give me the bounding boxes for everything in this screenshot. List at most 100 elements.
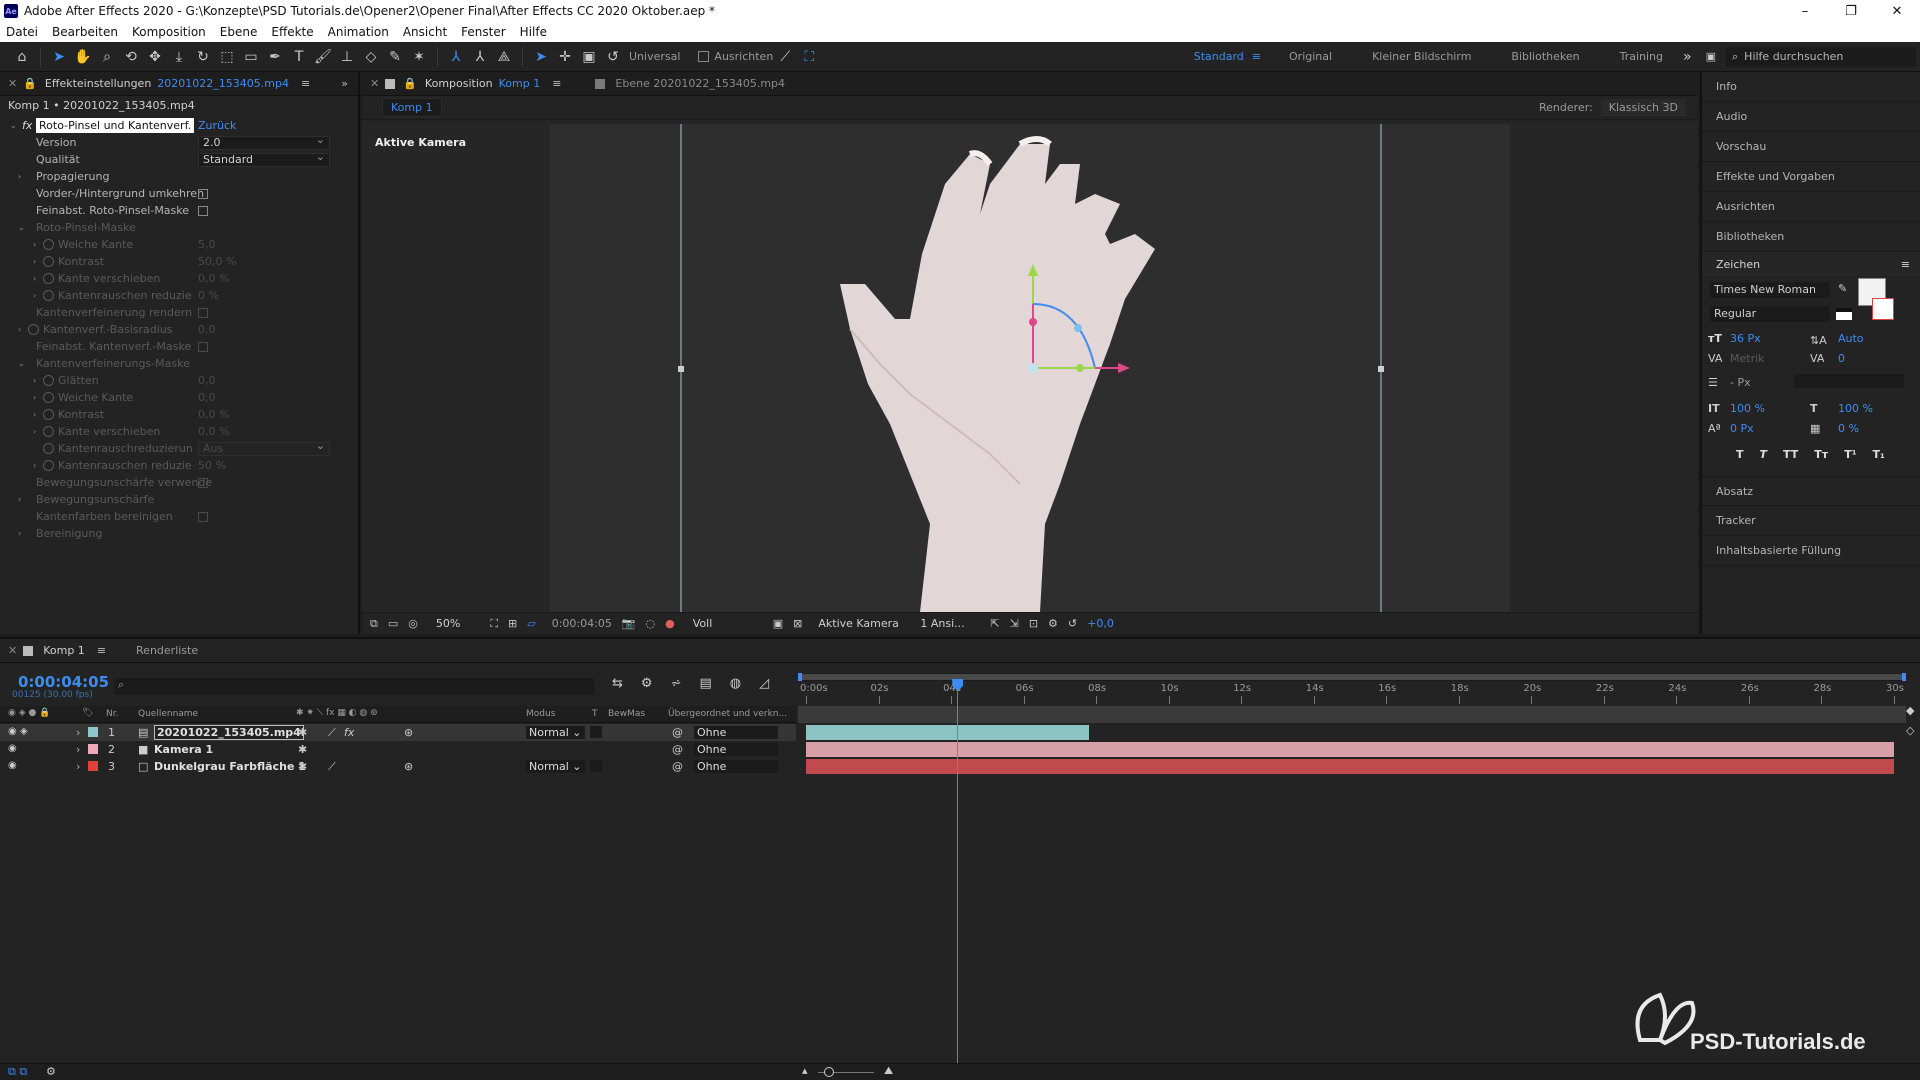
visibility-eye-icon[interactable]: ◉ <box>8 743 17 754</box>
effect-prop-value[interactable]: 5,0 <box>198 238 216 251</box>
workspace-libraries[interactable]: Bibliotheken <box>1511 50 1579 63</box>
expand-icon[interactable]: › <box>33 274 36 283</box>
shy-layers-icon[interactable]: ⩫ <box>671 676 682 691</box>
label-color-swatch[interactable] <box>88 761 98 771</box>
stopwatch-icon[interactable] <box>43 290 54 301</box>
zoom-select[interactable]: 50% <box>436 617 460 630</box>
menu-effekte[interactable]: Effekte <box>271 25 313 39</box>
comp-button-icon[interactable]: ◆ <box>1906 704 1914 717</box>
timeline-menu-icon[interactable]: ≡ <box>97 644 106 657</box>
all-caps-button[interactable]: TT <box>1783 448 1798 461</box>
character-panel-title[interactable]: Zeichen <box>1716 258 1760 271</box>
vr-icon[interactable]: ◎ <box>408 617 418 630</box>
layer-name[interactable]: 20201022_153405.mp4 <box>154 725 304 740</box>
3d-layer-switch-icon[interactable]: ⊛ <box>404 726 413 739</box>
effect-prop-dropdown[interactable]: Aus <box>198 440 330 456</box>
expand-icon[interactable]: › <box>33 427 36 436</box>
layer-row[interactable]: ◉ ◈ › 1 ▤ 20201022_153405.mp4 ✱ ⟋ fx ⊛ Normal ⌄ @ Oh… <box>0 724 796 741</box>
vertical-scale-value[interactable]: 100 % <box>1730 402 1765 415</box>
layer-row[interactable]: ◉ › 2 ■ Kamera 1 ✱ @ Ohne <box>0 741 796 758</box>
zoom-tool-icon[interactable]: ⌕ <box>95 45 119 69</box>
comp-canvas[interactable] <box>550 124 1510 612</box>
superscript-button[interactable]: T¹ <box>1844 448 1856 461</box>
expand-icon[interactable]: › <box>33 240 36 249</box>
draft-3d-icon[interactable]: ⚙ <box>641 676 653 691</box>
collapse-icon[interactable]: ⌄ <box>18 223 25 232</box>
effect-prop-value[interactable]: 0,0 % <box>198 272 229 285</box>
parent-select[interactable]: Ohne <box>694 726 778 739</box>
workspace-small-screen[interactable]: Kleiner Bildschirm <box>1372 50 1471 63</box>
panel-tracker[interactable]: Tracker <box>1702 506 1920 536</box>
universal-select-icon[interactable]: ➤ <box>529 45 553 69</box>
stopwatch-icon[interactable] <box>43 460 54 471</box>
zoom-out-icon[interactable]: ▴ <box>802 1064 808 1077</box>
menu-ansicht[interactable]: Ansicht <box>403 25 447 39</box>
close-button[interactable]: ✕ <box>1874 4 1920 19</box>
panel-overflow-icon[interactable]: » <box>341 77 348 90</box>
font-size-value[interactable]: 36 Px <box>1730 332 1761 345</box>
layer-name[interactable]: Kamera 1 <box>154 743 213 756</box>
work-area-end-handle[interactable] <box>1902 673 1906 681</box>
expand-icon[interactable]: › <box>33 393 36 402</box>
3d-layer-switch-icon[interactable]: ⊛ <box>404 760 413 773</box>
expand-icon[interactable]: › <box>18 172 21 181</box>
layer-search-input[interactable]: ⌕ <box>114 678 594 695</box>
effect-name[interactable]: Roto-Pinsel und Kantenverf. <box>36 118 195 133</box>
graph-editor-icon[interactable]: ◿ <box>759 676 769 691</box>
parent-select[interactable]: Ohne <box>694 743 778 756</box>
workspace-menu-icon[interactable]: ≡ <box>1252 50 1261 63</box>
expand-icon[interactable]: › <box>18 495 21 504</box>
col-source-name[interactable]: Quellenname <box>138 709 198 719</box>
menu-fenster[interactable]: Fenster <box>461 25 506 39</box>
comp-flowchart-chip[interactable]: Komp 1 <box>382 98 442 117</box>
views-layout-select[interactable]: 1 Ansi... <box>920 617 980 630</box>
font-family-select[interactable]: Times New Roman <box>1710 282 1830 298</box>
workspace-original[interactable]: Original <box>1289 50 1332 63</box>
roto-brush-icon[interactable]: ✎ <box>383 45 407 69</box>
quality-switch-icon[interactable]: ⟋ <box>328 760 336 774</box>
layer-duration-bar[interactable] <box>806 759 1894 774</box>
fx-icon[interactable]: fx <box>22 119 32 132</box>
frame-blending-icon[interactable]: ▤ <box>699 676 711 691</box>
lock-icon[interactable]: 🔒 <box>23 77 37 90</box>
expand-icon[interactable]: › <box>18 325 21 334</box>
comp-panel-menu-icon[interactable]: ≡ <box>552 77 561 90</box>
panel-paragraph[interactable]: Absatz <box>1702 476 1920 506</box>
local-axis-icon[interactable]: ⅄ <box>444 45 468 69</box>
stopwatch-icon[interactable] <box>43 409 54 420</box>
workspace-overflow-icon[interactable]: » <box>1683 49 1692 65</box>
pickwhip-icon[interactable]: @ <box>672 743 683 756</box>
fit-icon[interactable]: ⛶ <box>490 617 498 631</box>
effect-prop-dropdown[interactable]: 2.0 <box>198 134 330 150</box>
resolution-select[interactable]: Voll <box>693 617 763 630</box>
pickwhip-icon[interactable]: @ <box>672 760 683 773</box>
snapshot-icon[interactable]: 📷 <box>622 617 636 630</box>
move-icon[interactable]: ✛ <box>553 45 577 69</box>
expand-layer-icon[interactable]: › <box>76 726 80 739</box>
scale-icon[interactable]: ▣ <box>577 45 601 69</box>
stroke-color-swatch[interactable] <box>1872 298 1894 320</box>
effect-prop-dropdown[interactable]: Standard <box>198 151 330 167</box>
effect-prop-value[interactable]: 50 % <box>198 459 226 472</box>
shy-switch-icon[interactable]: ✱ <box>298 726 307 739</box>
menu-hilfe[interactable]: Hilfe <box>520 25 547 39</box>
panel-audio[interactable]: Audio <box>1702 102 1920 132</box>
kerning-value[interactable]: Metrik <box>1730 352 1765 365</box>
world-axis-icon[interactable]: ⅄ <box>468 45 492 69</box>
minimize-button[interactable]: – <box>1782 4 1828 19</box>
workspace-training[interactable]: Training <box>1620 50 1663 63</box>
effect-prop-value[interactable]: 50,0 % <box>198 255 236 268</box>
expand-effect-icon[interactable]: ⌄ <box>10 121 17 130</box>
render-time-icon[interactable]: ⚙ <box>46 1065 56 1078</box>
horizontal-scale-value[interactable]: 100 % <box>1838 402 1873 415</box>
layer-row[interactable]: ◉ › 3 □ Dunkelgrau Farbfläche 1 ✱ ⟋ ⊛ Normal ⌄ @ O… <box>0 758 796 775</box>
stopwatch-icon[interactable] <box>28 324 39 335</box>
effect-controls-file[interactable]: 20201022_153405.mp4 <box>157 77 289 90</box>
parent-select[interactable]: Ohne <box>694 760 778 773</box>
effect-prop-value[interactable]: 0,0 <box>198 374 216 387</box>
layer-tab[interactable]: Ebene 20201022_153405.mp4 <box>615 77 785 90</box>
reset-exposure-icon[interactable]: ↺ <box>1068 617 1077 630</box>
pan-camera-icon[interactable]: ✥ <box>143 45 167 69</box>
stopwatch-icon[interactable] <box>43 273 54 284</box>
effect-prop-value[interactable]: 0,0 <box>198 323 216 336</box>
